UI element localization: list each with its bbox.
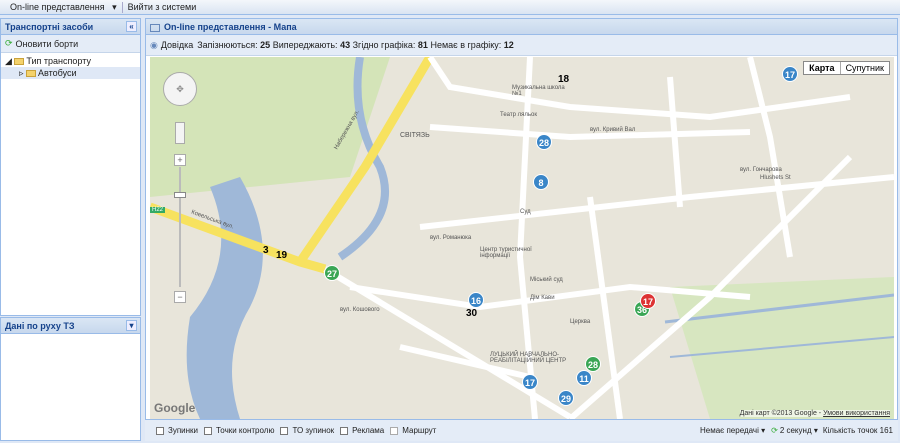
- help-link[interactable]: Довідка: [161, 40, 193, 50]
- map-panel-header: On-line представлення - Мапа: [146, 19, 897, 35]
- tree-node-buses[interactable]: ▹ Автобуси: [1, 67, 140, 79]
- zoom-slider[interactable]: [179, 167, 181, 287]
- map-label: Hlushets St: [760, 175, 791, 181]
- road-sign: H22: [150, 207, 166, 213]
- bus-marker[interactable]: 16: [468, 292, 484, 308]
- map-label: вул. Гончарова: [740, 167, 782, 173]
- panel-title: Дані по руху ТЗ: [5, 321, 75, 331]
- points-count: Кількість точок 161: [822, 426, 893, 435]
- map-label: Церква: [570, 319, 591, 325]
- attribution-text: Дані карт ©2013 Google -: [739, 410, 822, 417]
- map-label: Музикальна школа №1: [512, 85, 565, 97]
- map-type-control: Карта Супутник: [803, 61, 890, 75]
- map-label: вул. Кошового: [340, 307, 380, 313]
- transfer-label: Немає передачі: [699, 426, 759, 435]
- vehicles-panel-header: Транспортні засоби «: [1, 19, 140, 35]
- map-type-satellite[interactable]: Супутник: [841, 62, 889, 74]
- window-icon: [150, 23, 160, 32]
- transfer-dropdown[interactable]: Немає передачі ▾: [700, 426, 765, 435]
- panel-title: Транспортні засоби: [5, 22, 94, 32]
- bus-marker[interactable]: 17: [522, 374, 538, 390]
- online-menu[interactable]: On-line представлення ▾: [0, 2, 122, 13]
- movement-data-panel: Дані по руху ТЗ ▾: [0, 317, 141, 441]
- map-panel: On-line представлення - Мапа ◉ Довідка З…: [145, 18, 898, 420]
- tree-label: Тип транспорту: [26, 56, 91, 66]
- refresh-label: Оновити борти: [15, 38, 79, 49]
- bus-number-label: 18: [558, 74, 570, 85]
- bus-number-label: 19: [276, 250, 288, 261]
- map-attribution: Дані карт ©2013 Google - Умови використа…: [739, 410, 890, 417]
- vehicles-panel: Транспортні засоби « ⟳ Оновити борти ◢ Тип…: [0, 18, 141, 316]
- bus-marker[interactable]: 17: [782, 66, 798, 82]
- help-icon: ◉: [150, 39, 158, 50]
- folder-icon: [14, 58, 25, 66]
- google-logo: Google: [154, 401, 196, 415]
- tree-node-transport-type[interactable]: ◢ Тип транспорту: [1, 55, 140, 67]
- map-type-map[interactable]: Карта: [804, 62, 841, 74]
- zoom-out-button[interactable]: −: [174, 291, 186, 303]
- checkbox-label: Зупинки: [168, 426, 199, 435]
- off-schedule-count: 12: [503, 40, 514, 50]
- refresh-icon: ⟳: [771, 426, 778, 435]
- terms-link[interactable]: Умови використання: [823, 410, 890, 417]
- refresh-icon: ⟳: [5, 38, 13, 48]
- bus-marker[interactable]: 17: [640, 293, 656, 309]
- map-label: Міський суд: [530, 277, 563, 283]
- zoom-in-button[interactable]: +: [174, 154, 186, 166]
- bottom-toolbar: Зупинки Точки контролю ТО зупинок Реклам…: [145, 419, 898, 441]
- map-label: Дім Кави: [530, 295, 555, 301]
- interval-dropdown[interactable]: 2 секунд ▾: [780, 426, 818, 435]
- bus-marker[interactable]: 8: [533, 174, 549, 190]
- collapse-button[interactable]: «: [126, 21, 137, 32]
- bus-number-label: 3: [263, 245, 269, 256]
- checkbox-label: Реклама: [352, 426, 385, 435]
- zoom-slider-handle[interactable]: [174, 192, 186, 198]
- bus-marker[interactable]: 29: [558, 390, 574, 406]
- map[interactable]: СВІТЯЗЬ Музикальна школа №1 Театр ляльок…: [150, 57, 894, 419]
- ahead-count: 43: [340, 40, 351, 50]
- map-label: вул. Романюка: [430, 235, 472, 241]
- checkbox-control-points[interactable]: [204, 426, 213, 435]
- bus-marker[interactable]: 11: [576, 370, 592, 386]
- checkbox-label: Маршрут: [402, 426, 437, 435]
- status-bar: ◉ Довідка Запізнюються: 25 Випереджають:…: [146, 35, 897, 56]
- ontime-label: Згідно графіка:: [352, 40, 416, 50]
- late-label: Запізнюються:: [197, 40, 258, 50]
- bus-marker[interactable]: 28: [536, 134, 552, 150]
- top-menu-bar: On-line представлення ▾ Вийти з системи: [0, 0, 900, 15]
- map-label: Центр туристичної інформації: [480, 247, 532, 259]
- tree-label: Автобуси: [38, 68, 77, 78]
- map-label: Суд: [520, 209, 531, 215]
- ontime-count: 81: [417, 40, 428, 50]
- panel-title: On-line представлення - Мапа: [164, 22, 297, 32]
- checkbox-label: ТО зупинок: [292, 426, 335, 435]
- transport-tree: ◢ Тип транспорту ▹ Автобуси: [1, 53, 140, 79]
- checkbox-ads[interactable]: [340, 426, 349, 435]
- movement-panel-header: Дані по руху ТЗ ▾: [1, 318, 140, 334]
- folder-icon: [26, 70, 37, 78]
- bus-number-label: 30: [466, 308, 478, 319]
- ahead-label: Випереджають:: [272, 40, 338, 50]
- map-label: Театр ляльок: [500, 112, 537, 118]
- street-view-pegman[interactable]: [175, 122, 185, 144]
- bus-marker[interactable]: 27: [324, 265, 340, 281]
- checkbox-stops[interactable]: [156, 426, 164, 435]
- bus-marker[interactable]: 28: [585, 356, 601, 372]
- logout-button[interactable]: Вийти з системи: [123, 2, 202, 12]
- checkbox-label: Точки контролю: [216, 426, 275, 435]
- checkbox-stop-maintenance[interactable]: [280, 426, 289, 435]
- expand-button[interactable]: ▾: [126, 320, 137, 331]
- interval-label: 2 секунд: [779, 426, 812, 435]
- checkbox-route[interactable]: [390, 426, 399, 435]
- pan-control[interactable]: ✥: [163, 72, 197, 106]
- online-menu-label: On-line представлення: [10, 1, 105, 12]
- map-label: вул. Кривий Вал: [590, 127, 636, 133]
- refresh-button[interactable]: ⟳ Оновити борти: [1, 35, 140, 53]
- off-schedule-label: Немає в графіку:: [430, 40, 502, 50]
- map-label: СВІТЯЗЬ: [400, 132, 430, 139]
- late-count: 25: [260, 40, 271, 50]
